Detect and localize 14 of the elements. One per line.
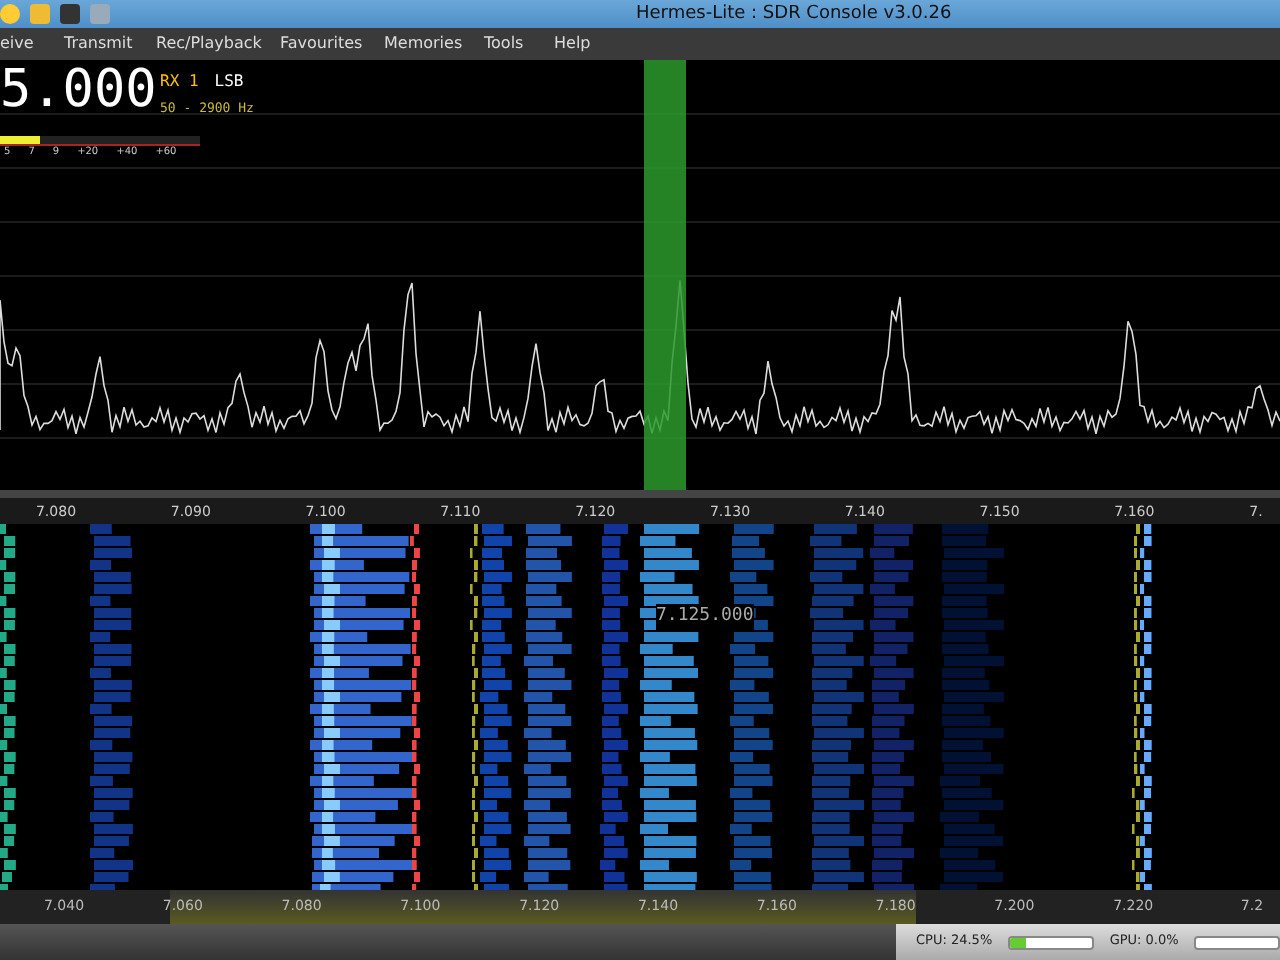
window-title: Hermes-Lite : SDR Console v3.0.26: [636, 2, 952, 28]
menu-item[interactable]: Memories: [384, 32, 463, 56]
menu-item[interactable]: Tools: [484, 32, 524, 56]
menu-item[interactable]: Rec/Playback: [156, 32, 262, 56]
menu-item[interactable]: Favourites: [280, 32, 363, 56]
menu-item[interactable]: eive: [0, 32, 34, 56]
frequency-display: 5.000: [0, 64, 157, 116]
menu-item[interactable]: Transmit: [64, 32, 133, 56]
usage-meter: [1008, 935, 1094, 949]
passband-marker[interactable]: [644, 60, 686, 490]
menu-item[interactable]: Help: [554, 32, 591, 56]
receiver-label: RX 1: [160, 70, 199, 94]
mode-label[interactable]: LSB: [214, 70, 244, 94]
cursor-frequency-label: 7.125.000: [656, 604, 754, 631]
